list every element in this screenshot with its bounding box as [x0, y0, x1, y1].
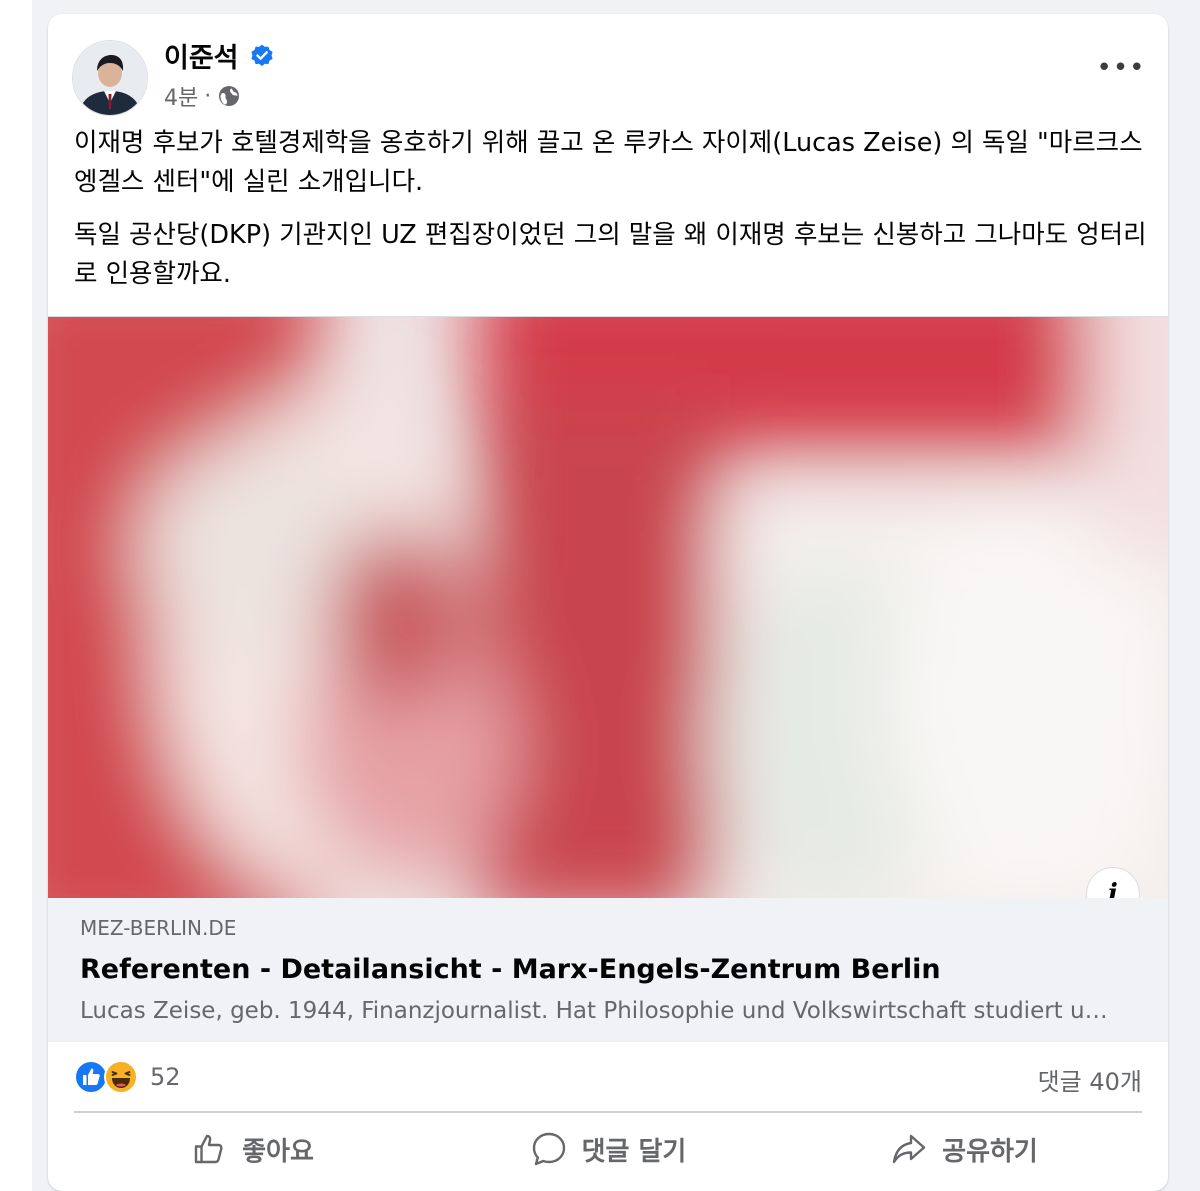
author-name[interactable]: 이준석 [164, 36, 239, 75]
link-title[interactable]: Referenten - Detailansicht - Marx-Engels… [80, 954, 941, 985]
globe-icon[interactable] [217, 84, 241, 108]
avatar-photo [73, 41, 147, 115]
share-button[interactable]: 공유하기 [786, 1118, 1142, 1180]
page-left-gutter [0, 0, 32, 1191]
reaction-summary[interactable]: 52 [74, 1060, 181, 1094]
link-preview-image[interactable] [48, 316, 1168, 899]
reaction-count: 52 [150, 1063, 181, 1091]
link-description: Lucas Zeise, geb. 1944, Finanzjournalist… [80, 998, 1120, 1024]
like-icon [74, 1060, 108, 1094]
post-card: 이준석 4분 · ••• 이재명 후보가 호텔경제학을 옹호하기 위해 끌고 온… [48, 14, 1168, 1191]
avatar[interactable] [72, 40, 148, 116]
post-meta: 4분 · [164, 80, 241, 112]
haha-icon [104, 1060, 138, 1094]
like-label: 좋아요 [242, 1136, 314, 1167]
post-paragraph: 독일 공산당(DKP) 기관지인 UZ 편집장이었던 그의 말을 왜 이재명 후… [74, 220, 1147, 289]
thumbs-up-icon [194, 1134, 223, 1164]
post-paragraph: 이재명 후보가 호텔경제학을 옹호하기 위해 끌고 온 루카스 자이제(Luca… [74, 128, 1143, 197]
meta-separator: · [204, 83, 212, 109]
post-time[interactable]: 4분 [164, 80, 198, 112]
like-button[interactable]: 좋아요 [74, 1118, 430, 1180]
post-body: 이재명 후보가 호텔경제학을 옹호하기 위해 끌고 온 루카스 자이제(Luca… [74, 124, 1148, 308]
comment-label: 댓글 달기 [581, 1136, 687, 1167]
author-row: 이준석 [164, 36, 275, 75]
link-domain: MEZ-BERLIN.DE [80, 916, 237, 940]
share-icon [892, 1134, 926, 1164]
verified-badge-icon [250, 44, 273, 66]
blurred-photo [48, 317, 1168, 899]
more-options-button[interactable]: ••• [1096, 50, 1146, 86]
action-divider [74, 1111, 1142, 1113]
comment-button[interactable]: 댓글 달기 [430, 1118, 786, 1180]
comment-count[interactable]: 댓글 40개 [1038, 1062, 1142, 1097]
share-label: 공유하기 [942, 1136, 1038, 1167]
post-actions: 좋아요 댓글 달기 공유하기 [74, 1118, 1142, 1180]
link-preview-meta[interactable]: MEZ-BERLIN.DE Referenten - Detailansicht… [48, 898, 1168, 1042]
comment-icon [532, 1132, 565, 1166]
